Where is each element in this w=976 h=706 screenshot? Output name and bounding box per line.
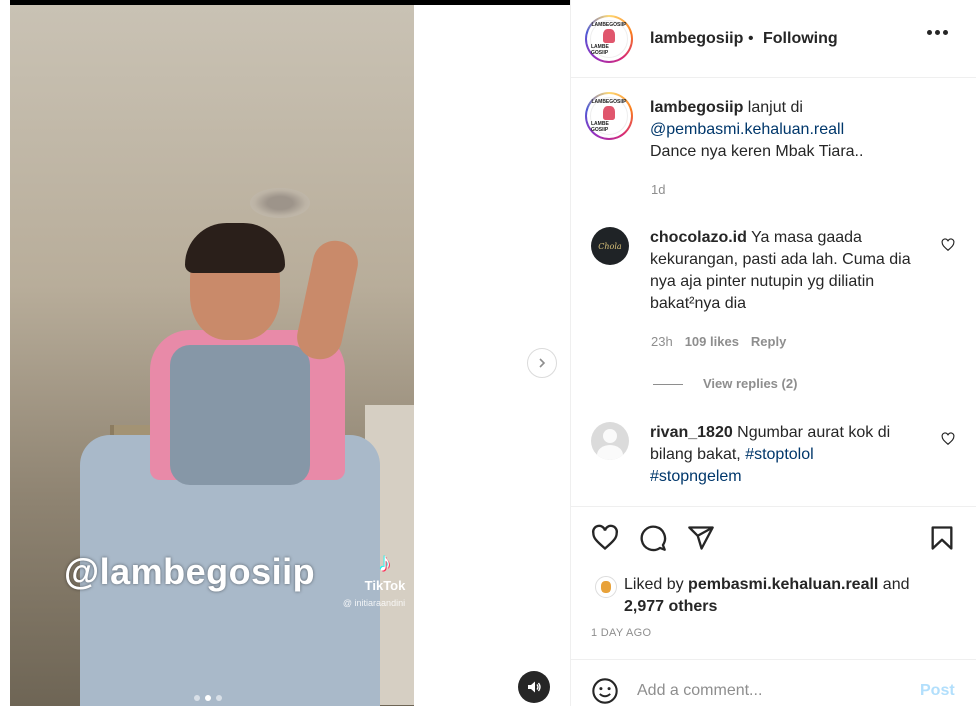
comments-list: LAMBEGOSIIP LAMBE GOSIIP lambegosiip lan… [571,79,976,507]
comment-avatar[interactable] [591,422,629,460]
comment-username[interactable]: rivan_1820 [650,424,733,441]
comment-text: rivan_1820 Ngumbar aurat kok di bilang b… [650,422,930,488]
more-icon[interactable] [927,30,948,35]
carousel-dot [194,695,200,701]
reply-button[interactable]: Reply [751,334,786,349]
header-username[interactable]: lambegosiip [650,30,743,48]
speaker-icon [528,681,541,693]
comment-likes[interactable]: 109 likes [685,334,739,349]
avatar-figure [603,106,615,120]
comment-icon[interactable] [639,524,667,552]
tiktok-handle: @ initiaraandini [342,598,406,608]
audio-button[interactable] [518,671,550,703]
header-avatar[interactable]: LAMBEGOSIIP LAMBE GOSIIP [585,15,633,63]
post-header: LAMBEGOSIIP LAMBE GOSIIP lambegosiip • F… [571,0,976,78]
post-media: @lambegosiip ♪ TikTok @ initiaraandini [0,0,570,706]
caption-body: lanjut di [743,99,803,116]
post-actions [571,508,976,568]
media-margin [0,0,10,706]
carousel-dot [216,695,222,701]
heart-icon[interactable] [591,524,619,552]
comment-avatar[interactable]: Chola [591,227,629,265]
comment-time[interactable]: 23h [651,334,673,349]
hashtag-link[interactable]: #stoptolol [745,446,814,463]
likes-section: Liked by pembasmi.kehaluan.reall and 2,9… [571,568,976,660]
tiktok-logo: ♪ TikTok [360,548,410,593]
tiktok-label: TikTok [364,578,406,593]
person-hair [185,223,285,273]
comment-like-icon[interactable] [941,238,955,252]
following-button[interactable]: Following [763,30,838,48]
comment-text: chocolazo.id Ya masa gaada kekurangan, p… [650,227,930,315]
avatar-logo-text: LAMBEGOSIIP [591,99,627,105]
caption-text: lambegosiip lanjut di @pembasmi.kehaluan… [650,97,950,163]
likes-others-link[interactable]: 2,977 others [624,598,717,615]
post-button[interactable]: Post [920,682,955,700]
avatar-logo-text: LAMBE GOSIIP [591,44,609,56]
caption-time[interactable]: 1d [651,182,665,197]
hashtag-link[interactable]: #stopngelem [650,468,742,485]
carousel-dots [194,695,222,701]
avatar-figure [603,29,615,43]
post-sidebar: LAMBEGOSIIP LAMBE GOSIIP lambegosiip • F… [570,0,976,706]
emoji-icon[interactable] [591,677,619,705]
replies-divider [653,384,683,385]
next-button[interactable] [527,348,557,378]
comment-input[interactable] [637,679,907,703]
share-icon[interactable] [687,524,715,552]
header-separator: • [748,30,754,47]
caption-mention[interactable]: @pembasmi.kehaluan.reall [650,121,844,138]
liker-username[interactable]: pembasmi.kehaluan.reall [688,576,878,593]
comment-username[interactable]: chocolazo.id [650,229,747,246]
default-avatar-icon [603,429,617,443]
post-timestamp[interactable]: 1 DAY AGO [591,627,651,639]
chevron-right-icon [539,358,546,368]
tiktok-icon: ♪ [378,547,392,577]
comment-meta: 23h 109 likes Reply [651,334,798,349]
view-replies-button[interactable]: View replies (2) [703,376,797,391]
liker-avatar[interactable] [595,576,617,598]
avatar-logo-text: LAMBE GOSIIP [591,121,609,133]
video-watermark: @lambegosiip [64,551,316,592]
carousel-dot-active [205,695,211,701]
comment-like-icon[interactable] [941,432,955,446]
person-arm [293,236,362,364]
bookmark-icon[interactable] [928,524,956,552]
caption-body-2: Dance nya keren Mbak Tiara.. [650,143,864,160]
likes-summary: Liked by pembasmi.kehaluan.reall and 2,9… [624,574,910,618]
person-overall [170,345,310,485]
avatar-logo-text: LAMBEGOSIIP [591,22,627,28]
likes-and: and [878,576,910,593]
caption-avatar[interactable]: LAMBEGOSIIP LAMBE GOSIIP [585,92,633,140]
caption-username[interactable]: lambegosiip [650,99,743,116]
ceiling-vent [250,188,310,218]
add-comment-bar: Post [571,661,976,706]
likes-prefix: Liked by [624,576,689,593]
avatar-logo-text: Chola [598,241,622,251]
